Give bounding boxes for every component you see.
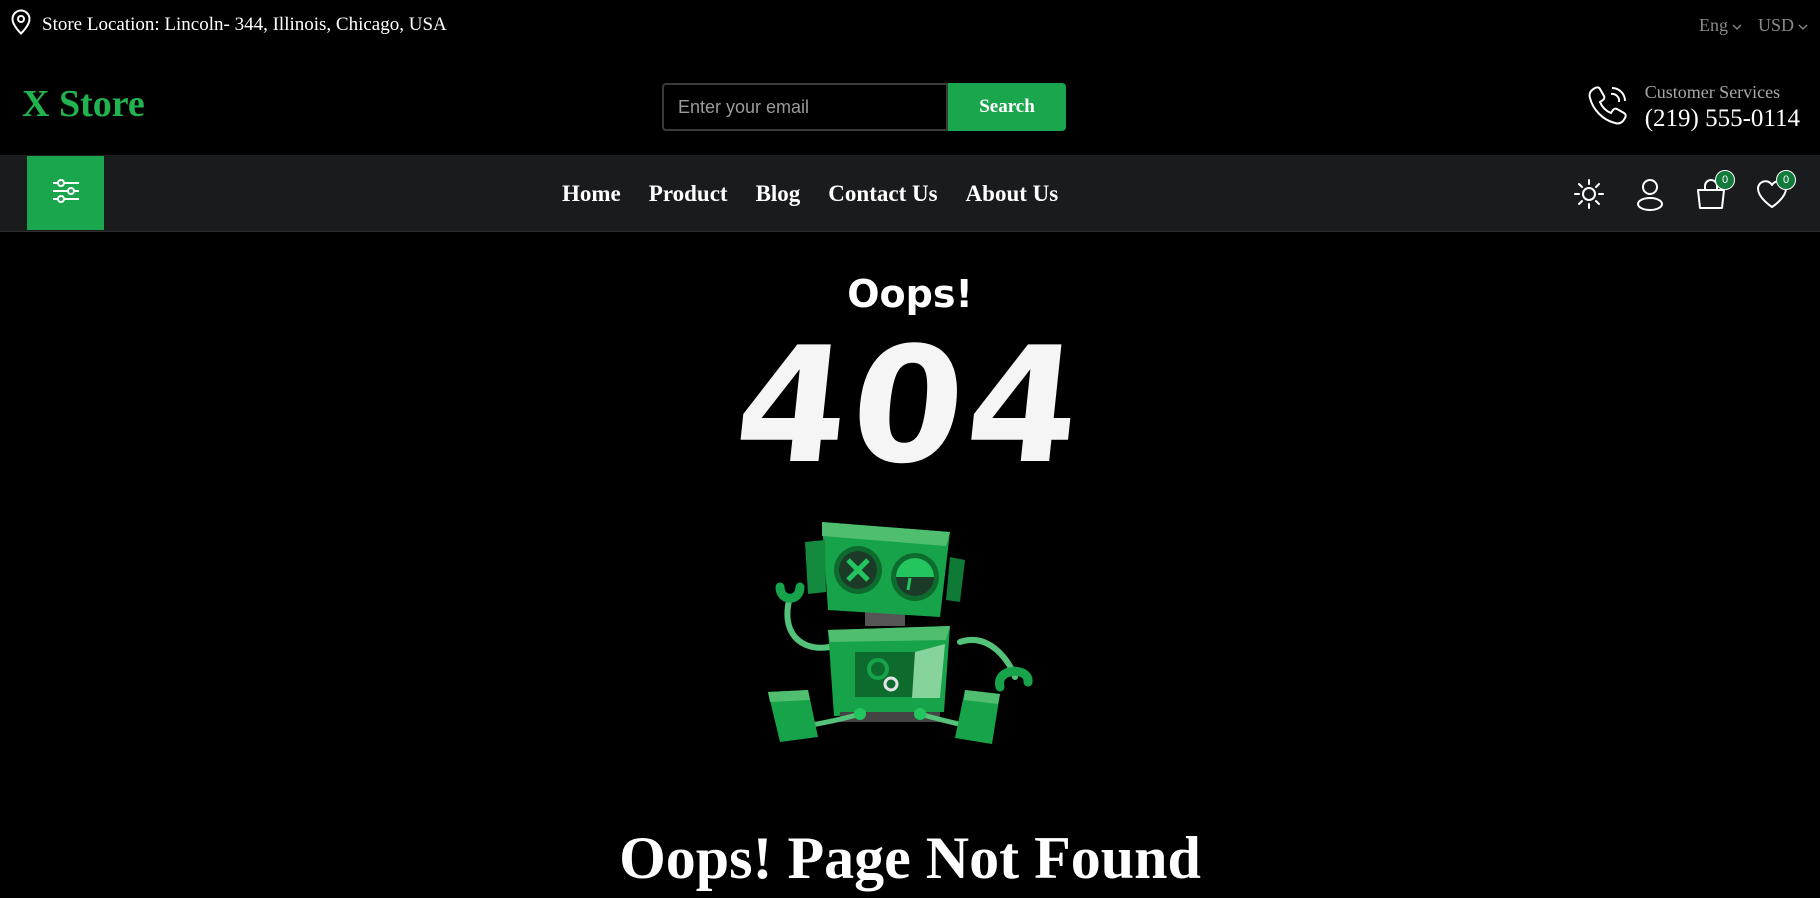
page-not-found-heading: Oops! Page Not Found bbox=[619, 825, 1201, 891]
filter-menu-button[interactable] bbox=[27, 156, 104, 230]
email-search-input[interactable] bbox=[662, 83, 948, 131]
store-location-text: Store Location: Lincoln- 344, Illinois, … bbox=[42, 14, 447, 35]
error-code: 404 bbox=[727, 312, 1093, 499]
language-value: Eng bbox=[1698, 14, 1728, 35]
nav-link-home[interactable]: Home bbox=[562, 181, 621, 207]
store-location: Store Location: Lincoln- 344, Illinois, … bbox=[10, 9, 447, 41]
main-navbar: Home Product Blog Contact Us About Us 0 bbox=[0, 155, 1820, 232]
oops-text: Oops! bbox=[847, 272, 973, 316]
sun-icon bbox=[1571, 178, 1607, 216]
language-select[interactable]: Eng bbox=[1699, 15, 1742, 36]
nav-links: Home Product Blog Contact Us About Us bbox=[562, 155, 1058, 232]
chevron-down-icon bbox=[1798, 15, 1808, 36]
theme-toggle-button[interactable] bbox=[1571, 176, 1607, 212]
nav-link-about-us[interactable]: About Us bbox=[966, 181, 1059, 207]
search-button[interactable]: Search bbox=[948, 83, 1066, 131]
cart-count-badge: 0 bbox=[1715, 169, 1735, 190]
currency-value: USD bbox=[1757, 14, 1794, 35]
logo[interactable]: X Store bbox=[22, 82, 145, 126]
wishlist-button[interactable]: 0 bbox=[1754, 169, 1796, 212]
top-bar: Store Location: Lincoln- 344, Illinois, … bbox=[0, 0, 1820, 50]
cart-button[interactable]: 0 bbox=[1693, 169, 1735, 212]
nav-link-contact-us[interactable]: Contact Us bbox=[828, 181, 937, 207]
site-header: X Store Search Customer Services (219) 5… bbox=[0, 50, 1820, 154]
sliders-icon bbox=[51, 177, 81, 210]
customer-service-phone[interactable]: (219) 555-0114 bbox=[1645, 105, 1800, 133]
broken-robot-illustration bbox=[760, 502, 1060, 752]
customer-service-label: Customer Services bbox=[1644, 82, 1781, 102]
shopping-bag-icon bbox=[1693, 178, 1729, 216]
nav-actions: 0 0 bbox=[1571, 155, 1796, 232]
user-icon bbox=[1632, 178, 1668, 216]
account-button[interactable] bbox=[1632, 176, 1668, 212]
customer-service: Customer Services (219) 555-0114 bbox=[1585, 82, 1800, 133]
chevron-down-icon bbox=[1732, 15, 1742, 36]
nav-link-blog[interactable]: Blog bbox=[756, 181, 801, 207]
heart-icon bbox=[1754, 179, 1790, 216]
wishlist-count-badge: 0 bbox=[1776, 169, 1796, 190]
search-form: Search bbox=[662, 83, 1066, 131]
currency-select[interactable]: USD bbox=[1758, 15, 1808, 36]
error-content: Oops! 404 Oops! Page Not Found bbox=[0, 232, 1820, 898]
preferences: Eng USD bbox=[1699, 15, 1808, 36]
nav-link-product[interactable]: Product bbox=[649, 181, 728, 207]
location-pin-icon bbox=[10, 9, 32, 41]
phone-icon bbox=[1585, 82, 1631, 133]
